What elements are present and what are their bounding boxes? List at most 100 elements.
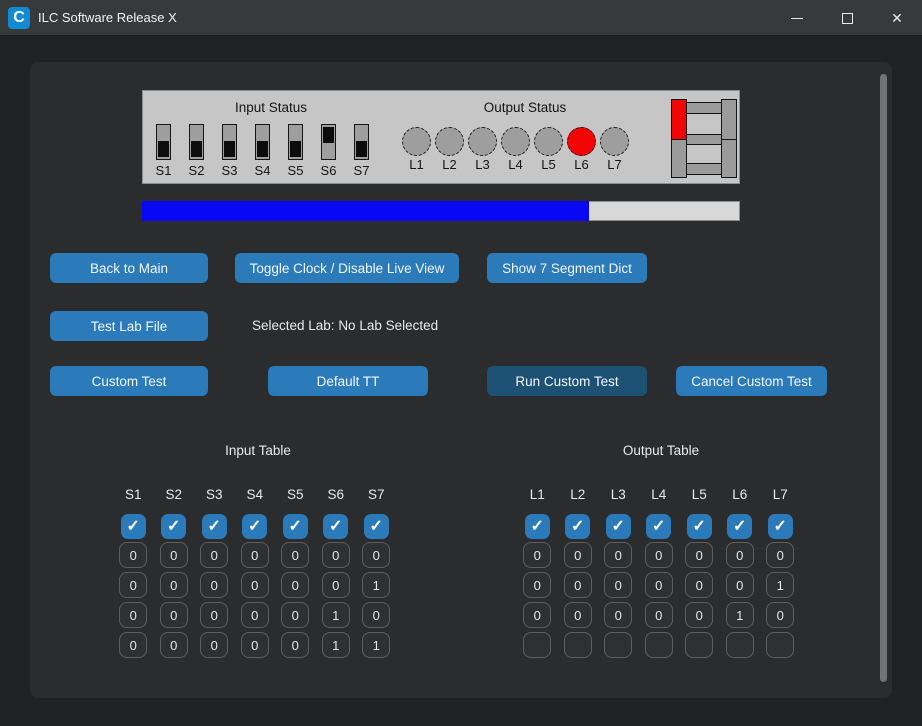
output_table-cell-l4-row2[interactable]: 0 (645, 602, 673, 628)
output_table-cell-l4-row1[interactable]: 0 (645, 572, 673, 598)
input_table-cell-s4-row2[interactable]: 0 (241, 602, 269, 628)
output_table-cell-l6-row1[interactable]: 0 (726, 572, 754, 598)
column-header-s3: S3 (206, 487, 223, 502)
output-led-row: L1L2L3L4L5L6L7 (400, 127, 631, 171)
output_table-cell-l1-row0[interactable]: 0 (523, 542, 551, 568)
output_table-cell-l1-row2[interactable]: 0 (523, 602, 551, 628)
input_table-cell-s5-row1[interactable]: 0 (281, 572, 309, 598)
show-7-segment-dict-button[interactable]: Show 7 Segment Dict (487, 253, 647, 283)
output_table-checkbox-l2[interactable]: ✓ (565, 514, 590, 539)
input_table-cell-s4-row0[interactable]: 0 (241, 542, 269, 568)
input_table-cell-s4-row1[interactable]: 0 (241, 572, 269, 598)
output_table-cell-l3-row1[interactable]: 0 (604, 572, 632, 598)
test-lab-file-button[interactable]: Test Lab File (50, 311, 208, 341)
cell-value: 0 (170, 548, 177, 563)
input_table-cell-s3-row0[interactable]: 0 (200, 542, 228, 568)
input_table-cell-s1-row3[interactable]: 0 (119, 632, 147, 658)
input_table-cell-s7-row3[interactable]: 1 (362, 632, 390, 658)
output_table-cell-l2-row1[interactable]: 0 (564, 572, 592, 598)
input_table-cell-s1-row1[interactable]: 0 (119, 572, 147, 598)
output_table-cell-l3-row3[interactable] (604, 632, 632, 658)
cancel-custom-test-button[interactable]: Cancel Custom Test (676, 366, 827, 396)
output_table-cell-l2-row2[interactable]: 0 (564, 602, 592, 628)
output_table-cell-l6-row0[interactable]: 0 (726, 542, 754, 568)
input_table-cell-s3-row1[interactable]: 0 (200, 572, 228, 598)
minimize-button[interactable] (772, 0, 822, 36)
output_table-checkbox-l6[interactable]: ✓ (727, 514, 752, 539)
input_table-cell-s6-row0[interactable]: 0 (322, 542, 350, 568)
output_table-cell-l5-row1[interactable]: 0 (685, 572, 713, 598)
input_table-cell-s4-row3[interactable]: 0 (241, 632, 269, 658)
output_table-cell-l4-row3[interactable] (645, 632, 673, 658)
input_table-cell-s2-row3[interactable]: 0 (160, 632, 188, 658)
output_table-checkbox-l5[interactable]: ✓ (687, 514, 712, 539)
run-custom-test-button[interactable]: Run Custom Test (487, 366, 647, 396)
input_table-cell-s1-row2[interactable]: 0 (119, 602, 147, 628)
output_table-cell-l5-row3[interactable] (685, 632, 713, 658)
input_table-cell-s5-row0[interactable]: 0 (281, 542, 309, 568)
minimize-icon (791, 18, 803, 19)
output_table-cell-l7-row1[interactable]: 1 (766, 572, 794, 598)
check-icon: ✓ (370, 514, 383, 539)
input_table-cell-s1-row0[interactable]: 0 (119, 542, 147, 568)
output_table-cell-l1-row1[interactable]: 0 (523, 572, 551, 598)
output_table-checkbox-l1[interactable]: ✓ (525, 514, 550, 539)
input_table-checkbox-s4[interactable]: ✓ (242, 514, 267, 539)
input_table-cell-s2-row2[interactable]: 0 (160, 602, 188, 628)
output_table-cell-l2-row0[interactable]: 0 (564, 542, 592, 568)
switch-knob-icon (158, 141, 169, 157)
custom-test-button[interactable]: Custom Test (50, 366, 208, 396)
scrollbar[interactable] (880, 74, 887, 682)
default-tt-button[interactable]: Default TT (268, 366, 428, 396)
input_table-checkbox-s3[interactable]: ✓ (202, 514, 227, 539)
output_table-cell-l4-row0[interactable]: 0 (645, 542, 673, 568)
output_table-checkbox-l4[interactable]: ✓ (646, 514, 671, 539)
input_table-cell-s5-row3[interactable]: 0 (281, 632, 309, 658)
input_table-checkbox-s5[interactable]: ✓ (283, 514, 308, 539)
output_table-header-row: L1L2L3L4L5L6L7 (517, 487, 801, 502)
close-button[interactable]: ✕ (872, 0, 922, 36)
cell-value: 0 (130, 548, 137, 563)
cell-value: 0 (696, 548, 703, 563)
output-led-l5: L5 (532, 127, 565, 171)
input_table-cell-s2-row1[interactable]: 0 (160, 572, 188, 598)
back-to-main-button[interactable]: Back to Main (50, 253, 208, 283)
input_table-cell-s6-row2[interactable]: 1 (322, 602, 350, 628)
output_table-checkbox-l7[interactable]: ✓ (768, 514, 793, 539)
input_table-cell-s2-row0[interactable]: 0 (160, 542, 188, 568)
output_table-cell-l3-row0[interactable]: 0 (604, 542, 632, 568)
input_table-cell-s7-row0[interactable]: 0 (362, 542, 390, 568)
output_table-cell-l7-row2[interactable]: 0 (766, 602, 794, 628)
input_table-checkbox-s7[interactable]: ✓ (364, 514, 389, 539)
output_table-cell-l6-row2[interactable]: 1 (726, 602, 754, 628)
input_table-cell-s6-row3[interactable]: 1 (322, 632, 350, 658)
cell-value: 0 (332, 578, 339, 593)
output_table-cell-l5-row2[interactable]: 0 (685, 602, 713, 628)
cell-value: 0 (130, 608, 137, 623)
input_table-cell-s5-row2[interactable]: 0 (281, 602, 309, 628)
cell-value: 0 (574, 578, 581, 593)
input-switch-row: S1S2S3S4S5S6S7 (147, 124, 378, 177)
output_table-cell-l1-row3[interactable] (523, 632, 551, 658)
input_table-cell-s6-row1[interactable]: 0 (322, 572, 350, 598)
output_table-cell-l3-row2[interactable]: 0 (604, 602, 632, 628)
output_table-cell-l6-row3[interactable] (726, 632, 754, 658)
maximize-icon (842, 13, 853, 24)
input_table-checkbox-s6[interactable]: ✓ (323, 514, 348, 539)
switch-label: S7 (354, 164, 370, 177)
input_table-checkbox-s2[interactable]: ✓ (161, 514, 186, 539)
maximize-button[interactable] (822, 0, 872, 36)
input_table-cell-s3-row2[interactable]: 0 (200, 602, 228, 628)
output_table-cell-l7-row3[interactable] (766, 632, 794, 658)
input_table-cell-s7-row2[interactable]: 0 (362, 602, 390, 628)
output_table-cell-l5-row0[interactable]: 0 (685, 542, 713, 568)
input_table-cell-s3-row3[interactable]: 0 (200, 632, 228, 658)
output_table-cell-l7-row0[interactable]: 0 (766, 542, 794, 568)
input_table-checkbox-s1[interactable]: ✓ (121, 514, 146, 539)
output_table-checkbox-l3[interactable]: ✓ (606, 514, 631, 539)
input_table-cell-s7-row1[interactable]: 1 (362, 572, 390, 598)
toggle-clock-button[interactable]: Toggle Clock / Disable Live View (235, 253, 459, 283)
cell-value: 0 (211, 548, 218, 563)
led-indicator (600, 127, 629, 156)
output_table-cell-l2-row3[interactable] (564, 632, 592, 658)
